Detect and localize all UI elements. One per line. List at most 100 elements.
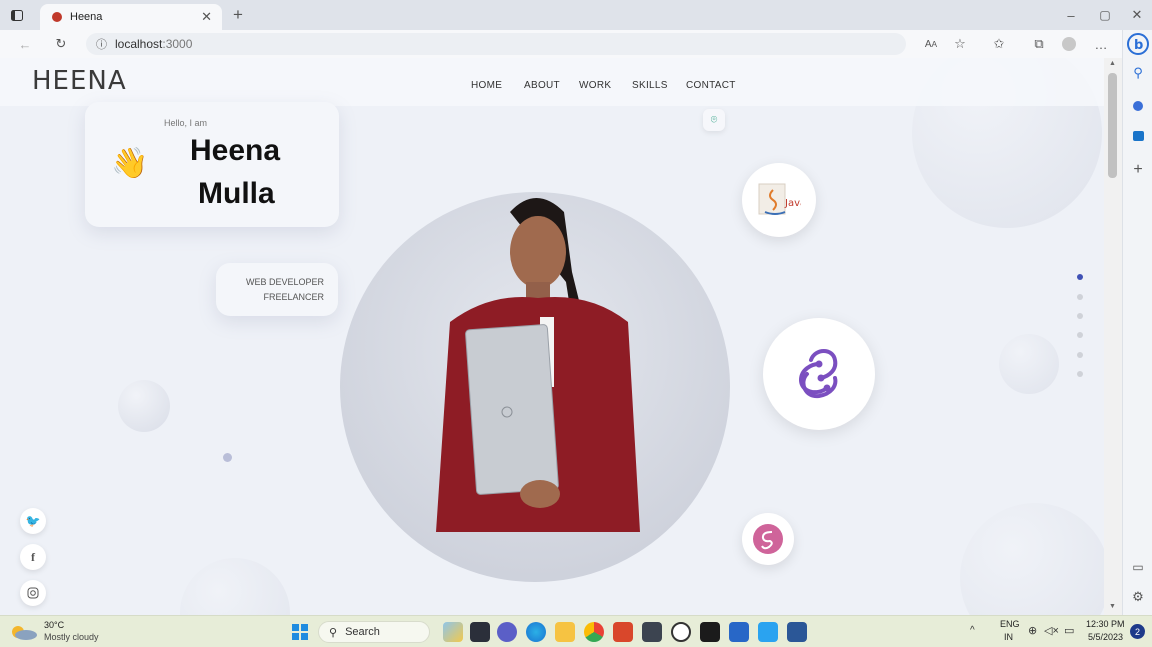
new-tab-icon[interactable]: + <box>228 5 248 25</box>
back-icon[interactable]: ← <box>16 35 34 53</box>
edge-icon[interactable] <box>526 622 546 642</box>
profile-icon[interactable] <box>1060 35 1078 53</box>
nav-contact[interactable]: CONTACT <box>686 80 736 91</box>
terminal-icon[interactable] <box>642 622 662 642</box>
chrome-icon[interactable] <box>584 622 604 642</box>
greeting-text: Hello, I am <box>164 118 208 128</box>
close-tab-icon[interactable]: ✕ <box>201 9 212 25</box>
url-field[interactable]: ⓘ localhost:3000 <box>86 33 906 55</box>
waving-hand-icon: 👋 <box>111 147 149 180</box>
nav-home[interactable]: HOME <box>471 80 502 91</box>
section-dot[interactable] <box>1077 332 1083 338</box>
volume-icon[interactable]: ◁× <box>1044 624 1059 637</box>
nav-skills[interactable]: SKILLS <box>632 80 668 91</box>
battery-icon[interactable]: ▭ <box>1064 624 1074 637</box>
profile-photo <box>340 192 730 582</box>
scrollbar-thumb[interactable] <box>1108 73 1117 178</box>
widgets-icon[interactable] <box>443 622 463 642</box>
show-hidden-icons[interactable]: ^ <box>970 625 975 636</box>
nav-work[interactable]: WORK <box>579 80 611 91</box>
intro-card: Hello, I am 👋 Heena Mulla <box>85 102 339 227</box>
browser-tab[interactable]: Heena ✕ <box>40 4 222 30</box>
chat-icon[interactable] <box>497 622 517 642</box>
tab-bar: Heena ✕ + – ▢ ✕ <box>0 0 1152 30</box>
sass-icon <box>742 513 794 565</box>
section-dot[interactable] <box>1077 313 1083 319</box>
decor-dot <box>223 453 232 462</box>
screenshot-capture-icon[interactable]: ⌾ <box>703 109 725 131</box>
read-aloud-icon[interactable]: AA <box>922 35 940 53</box>
favorite-icon[interactable]: ☆ <box>951 35 969 53</box>
clock-date[interactable]: 5/5/2023 <box>1088 632 1123 642</box>
scroll-up-icon[interactable]: ▲ <box>1109 60 1116 67</box>
edge-sidebar: b ⚲ + ▭ ⚙ <box>1122 30 1152 615</box>
roles-card: WEB DEVELOPER FREELANCER <box>216 263 338 316</box>
address-bar: ← ↻ ⓘ localhost:3000 AA ☆ ✩ ⧉ … <box>0 30 1122 58</box>
sublime-icon[interactable] <box>613 622 633 642</box>
restore-icon[interactable]: ▢ <box>1096 6 1114 24</box>
redux-icon <box>763 318 875 430</box>
favicon-icon <box>52 12 62 22</box>
settings-icon[interactable]: ⚙ <box>1128 587 1148 607</box>
start-icon[interactable] <box>292 624 308 640</box>
instagram-icon[interactable] <box>20 580 46 606</box>
svg-text:b: b <box>1134 38 1143 53</box>
split-screen-icon[interactable]: ▭ <box>1128 557 1148 577</box>
page-viewport: HEENA HOME ABOUT WORK SKILLS CONTACT ⌾ H… <box>0 58 1104 615</box>
bing-icon[interactable]: b <box>1127 32 1149 56</box>
site-header: HEENA HOME ABOUT WORK SKILLS CONTACT <box>0 58 1104 106</box>
last-name: Mulla <box>198 177 275 210</box>
decor-bubble <box>180 558 290 615</box>
search-icon[interactable]: ⚲ <box>1128 63 1148 83</box>
notification-badge[interactable]: 2 <box>1130 624 1145 639</box>
search-icon: ⚲ <box>329 626 338 639</box>
facebook-icon[interactable]: f <box>20 544 46 570</box>
language-bottom[interactable]: IN <box>1004 632 1013 642</box>
clock-time[interactable]: 12:30 PM <box>1086 619 1125 629</box>
role-web-developer: WEB DEVELOPER <box>245 277 324 287</box>
refresh-icon[interactable]: ↻ <box>52 35 70 53</box>
url-host: localhost <box>115 37 163 51</box>
section-dot[interactable] <box>1077 294 1083 300</box>
nav-about[interactable]: ABOUT <box>524 80 560 91</box>
close-window-icon[interactable]: ✕ <box>1128 6 1146 24</box>
twitter-icon[interactable]: 🐦 <box>20 508 46 534</box>
network-icon[interactable]: ⊕ <box>1028 624 1037 637</box>
minimize-icon[interactable]: – <box>1062 6 1080 24</box>
page-scrollbar[interactable]: ▲ ▼ <box>1104 58 1122 615</box>
language-top[interactable]: ENG <box>1000 619 1020 629</box>
collections-icon[interactable]: ⧉ <box>1030 35 1048 53</box>
info-icon[interactable]: ⓘ <box>96 36 107 52</box>
decor-bubble <box>999 334 1059 394</box>
shopping-icon[interactable] <box>1128 96 1148 116</box>
favorites-icon[interactable]: ✩ <box>990 35 1008 53</box>
outlook-icon[interactable] <box>1128 126 1148 146</box>
role-freelancer: FREELANCER <box>263 292 324 302</box>
task-view-icon[interactable] <box>470 622 490 642</box>
command-prompt-icon[interactable] <box>700 622 720 642</box>
site-logo[interactable]: HEENA <box>32 66 127 96</box>
more-icon[interactable]: … <box>1092 35 1110 53</box>
dell-icon[interactable] <box>671 622 691 642</box>
scroll-down-icon[interactable]: ▼ <box>1109 603 1116 610</box>
weather-desc: Mostly cloudy <box>44 632 99 642</box>
java-icon: Java <box>742 163 816 237</box>
word-icon[interactable] <box>787 622 807 642</box>
section-dot[interactable] <box>1077 371 1083 377</box>
first-name: Heena <box>190 134 281 167</box>
weather-temp: 30°C <box>44 620 65 630</box>
person-illustration <box>436 198 640 532</box>
svg-text:Java: Java <box>784 198 801 209</box>
store-icon[interactable] <box>729 622 749 642</box>
weather-icon[interactable] <box>8 624 38 640</box>
tab-title: Heena <box>70 11 103 23</box>
taskbar-search[interactable]: ⚲ Search <box>318 621 430 643</box>
vscode-icon[interactable] <box>758 622 778 642</box>
windows-taskbar: 30°C Mostly cloudy ⚲ Search ^ ENG IN ⊕ ◁… <box>0 615 1152 647</box>
tab-actions-icon[interactable] <box>8 7 26 23</box>
file-explorer-icon[interactable] <box>555 622 575 642</box>
section-dot[interactable] <box>1077 352 1083 358</box>
section-dot-active[interactable] <box>1077 274 1083 280</box>
add-icon[interactable]: + <box>1128 160 1148 180</box>
taskbar-search-label: Search <box>345 626 380 638</box>
